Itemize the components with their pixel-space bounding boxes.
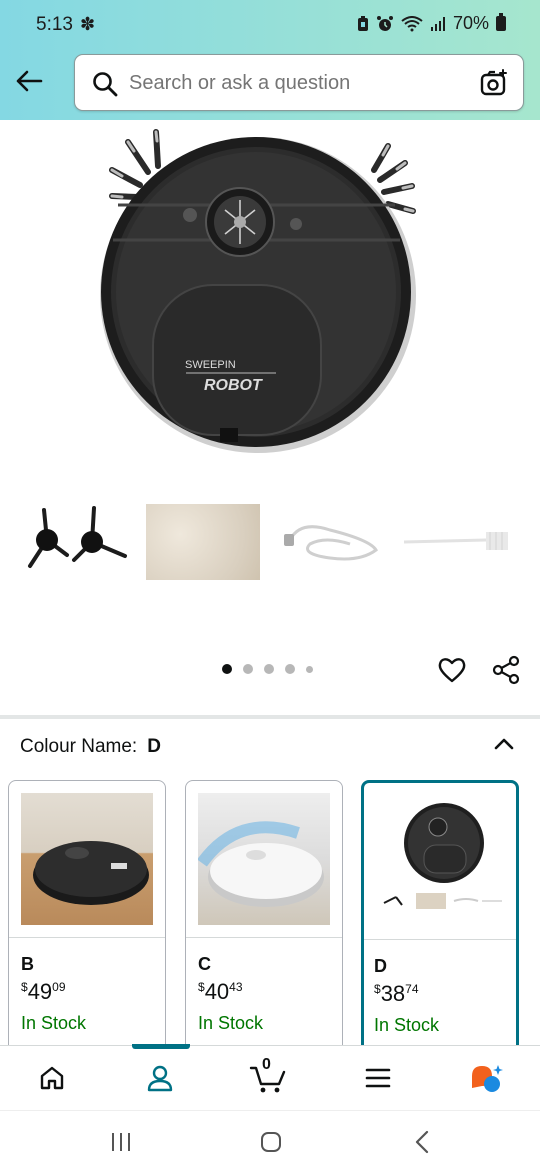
variant-divider: [186, 937, 342, 938]
mop-pad-image: [146, 504, 260, 580]
variant-image-c: [197, 793, 330, 925]
share-button[interactable]: [490, 654, 522, 686]
side-brush-image: [28, 506, 127, 568]
status-time: 5:13: [36, 14, 73, 35]
nav-rufus[interactable]: [466, 1060, 506, 1096]
status-icons: 70%: [357, 13, 506, 34]
variant-price: $4043: [198, 979, 243, 1004]
variant-list: B $4909 In Stock C $4043 In Stock D $387…: [8, 780, 540, 1060]
cleaning-brush-image: [403, 532, 508, 550]
home-icon: [40, 1066, 64, 1090]
search-bar[interactable]: [74, 54, 524, 111]
wifi-icon: [401, 15, 423, 31]
recents-button[interactable]: [106, 1127, 136, 1157]
person-icon: [147, 1065, 173, 1092]
carousel-dot-3[interactable]: [264, 664, 274, 674]
usb-cable-image: [284, 525, 378, 561]
colour-selector-header[interactable]: Colour Name: D: [20, 736, 161, 758]
variant-image-d: [374, 793, 506, 925]
section-divider: [0, 715, 540, 719]
brand-text-1: SWEEPIN: [185, 359, 236, 371]
battery-icon: [496, 13, 506, 31]
header: 5:13 ✽ 70%: [0, 0, 540, 120]
back-system-button[interactable]: [408, 1127, 438, 1157]
brand-text-2: ROBOT: [204, 377, 263, 394]
variant-price: $4909: [21, 979, 66, 1004]
variant-image-b: [21, 793, 153, 925]
menu-icon: [365, 1068, 391, 1088]
carousel-dot-2[interactable]: [243, 664, 253, 674]
variant-divider: [364, 939, 516, 940]
camera-search-icon[interactable]: [479, 68, 509, 98]
variant-price: $3874: [374, 981, 419, 1006]
nav-account[interactable]: [140, 1060, 180, 1096]
variant-name: B: [21, 954, 34, 974]
battery-percent: 70%: [452, 13, 489, 33]
nav-home[interactable]: [32, 1060, 72, 1096]
carousel-dot-5[interactable]: [306, 665, 313, 673]
heart-icon: [438, 658, 466, 683]
white-robot-image: [197, 821, 324, 907]
carousel-dot-1[interactable]: [222, 664, 232, 674]
wishlist-button[interactable]: [436, 654, 468, 686]
variant-name: C: [198, 954, 211, 974]
variant-stock: In Stock: [21, 1013, 87, 1033]
bottom-nav: 0: [0, 1044, 540, 1109]
system-nav-bar: [0, 1110, 540, 1170]
home-system-button[interactable]: [256, 1127, 286, 1157]
black-robot-thumb-image: [383, 803, 502, 909]
colour-label: Colour Name:: [20, 736, 138, 757]
nav-cart[interactable]: 0: [248, 1056, 288, 1096]
back-arrow-icon: [16, 70, 43, 92]
product-page: 5:13 ✽ 70% Search or ask a question SWEE…: [0, 0, 540, 1170]
image-carousel-dots: [222, 664, 313, 674]
share-icon: [492, 655, 520, 685]
active-tab-indicator: [132, 1044, 190, 1049]
variant-card-b[interactable]: B $4909 In Stock: [8, 780, 166, 1060]
variant-divider: [9, 937, 165, 938]
variant-stock: In Stock: [198, 1013, 264, 1033]
carousel-dot-4[interactable]: [285, 664, 295, 674]
nav-menu[interactable]: [358, 1060, 398, 1096]
battery-saver-icon: [357, 15, 368, 31]
colour-value: D: [147, 736, 161, 757]
home-circle-icon: [261, 1132, 281, 1152]
robot-vacuum-image: SWEEPIN ROBOT: [100, 129, 416, 453]
variant-card-c[interactable]: C $4043 In Stock: [185, 780, 343, 1060]
rufus-assistant-icon: [472, 1065, 503, 1092]
fan-icon: ✽: [80, 14, 96, 34]
alarm-icon: [376, 15, 393, 31]
chevron-left-icon: [415, 1130, 429, 1154]
signal-icon: [430, 16, 445, 31]
variant-stock: In Stock: [374, 1015, 440, 1035]
product-image[interactable]: SWEEPIN ROBOT: [0, 120, 540, 480]
chevron-up-icon[interactable]: [490, 730, 518, 758]
variant-name: D: [374, 956, 387, 976]
back-button[interactable]: [12, 64, 46, 98]
status-bar: 5:13 ✽ 70%: [0, 0, 540, 52]
recents-icon: [112, 1133, 130, 1151]
cart-count: 0: [262, 1056, 271, 1073]
accessory-strip: [22, 500, 522, 582]
search-icon: [93, 72, 118, 97]
variant-card-d[interactable]: D $3874 In Stock: [361, 780, 519, 1060]
search-input[interactable]: [129, 72, 469, 95]
robot-on-floor-image: [33, 841, 149, 905]
